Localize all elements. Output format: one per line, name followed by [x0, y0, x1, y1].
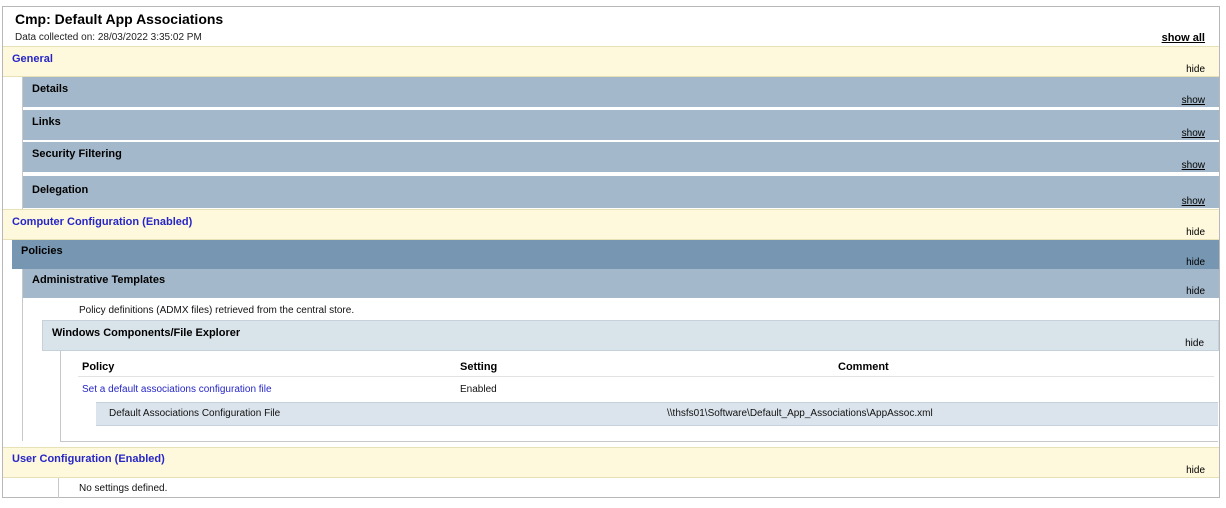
policy-link-default-associations[interactable]: Set a default associations configuration…: [82, 384, 272, 395]
sub-setting-value: \\thsfs01\Software\Default_App_Associati…: [667, 408, 933, 419]
show-all-link[interactable]: show all: [1162, 32, 1205, 44]
section-user-label: User Configuration (Enabled): [12, 453, 165, 465]
section-delegation[interactable]: Delegation show: [23, 176, 1219, 209]
user-hide-toggle[interactable]: hide: [1186, 465, 1205, 476]
collected-timestamp: Data collected on: 28/03/2022 3:35:02 PM: [15, 32, 202, 43]
admin-templates-hide-toggle[interactable]: hide: [1186, 286, 1205, 297]
column-setting: Setting: [460, 361, 498, 373]
no-settings-note: No settings defined.: [79, 483, 168, 494]
admx-note: Policy definitions (ADMX files) retrieve…: [79, 305, 355, 316]
section-user-configuration[interactable]: User Configuration (Enabled) hide: [3, 447, 1219, 478]
links-show-toggle[interactable]: show: [1182, 128, 1205, 139]
section-computer-configuration[interactable]: Computer Configuration (Enabled) hide: [3, 209, 1219, 240]
file-explorer-indent-line: [60, 351, 61, 442]
section-administrative-templates[interactable]: Administrative Templates hide: [23, 269, 1219, 299]
security-show-toggle[interactable]: show: [1182, 160, 1205, 171]
computer-hide-toggle[interactable]: hide: [1186, 227, 1205, 238]
section-general-label: General: [12, 53, 53, 65]
section-security-label: Security Filtering: [32, 148, 122, 160]
sub-setting-label: Default Associations Configuration File: [109, 408, 281, 419]
policy-setting-value: Enabled: [460, 384, 497, 395]
section-computer-label: Computer Configuration (Enabled): [12, 216, 193, 228]
section-links[interactable]: Links show: [23, 110, 1219, 141]
general-hide-toggle[interactable]: hide: [1186, 64, 1205, 75]
column-policy: Policy: [82, 361, 115, 373]
details-show-toggle[interactable]: show: [1182, 95, 1205, 106]
file-explorer-hide-toggle[interactable]: hide: [1185, 338, 1204, 349]
section-policies-label: Policies: [21, 245, 63, 257]
policies-hide-toggle[interactable]: hide: [1186, 257, 1205, 268]
section-file-explorer-label: Windows Components/File Explorer: [52, 327, 241, 339]
section-details-label: Details: [32, 83, 69, 95]
table-row: Default Associations Configuration File …: [96, 402, 1218, 426]
section-details[interactable]: Details show: [23, 77, 1219, 108]
report-title: Cmp: Default App Associations: [15, 11, 224, 27]
column-comment: Comment: [838, 361, 889, 373]
section-policies[interactable]: Policies hide: [12, 240, 1219, 269]
section-links-label: Links: [32, 116, 61, 128]
delegation-show-toggle[interactable]: show: [1182, 196, 1205, 207]
section-file-explorer[interactable]: Windows Components/File Explorer hide: [42, 320, 1219, 351]
user-indent-line: [58, 478, 59, 498]
file-explorer-bottom-line: [60, 441, 1218, 442]
section-security-filtering[interactable]: Security Filtering show: [23, 142, 1219, 173]
section-delegation-label: Delegation: [32, 184, 89, 196]
table-header-divider: [78, 376, 1214, 377]
section-admin-templates-label: Administrative Templates: [32, 274, 166, 286]
section-general[interactable]: General hide: [3, 46, 1219, 77]
